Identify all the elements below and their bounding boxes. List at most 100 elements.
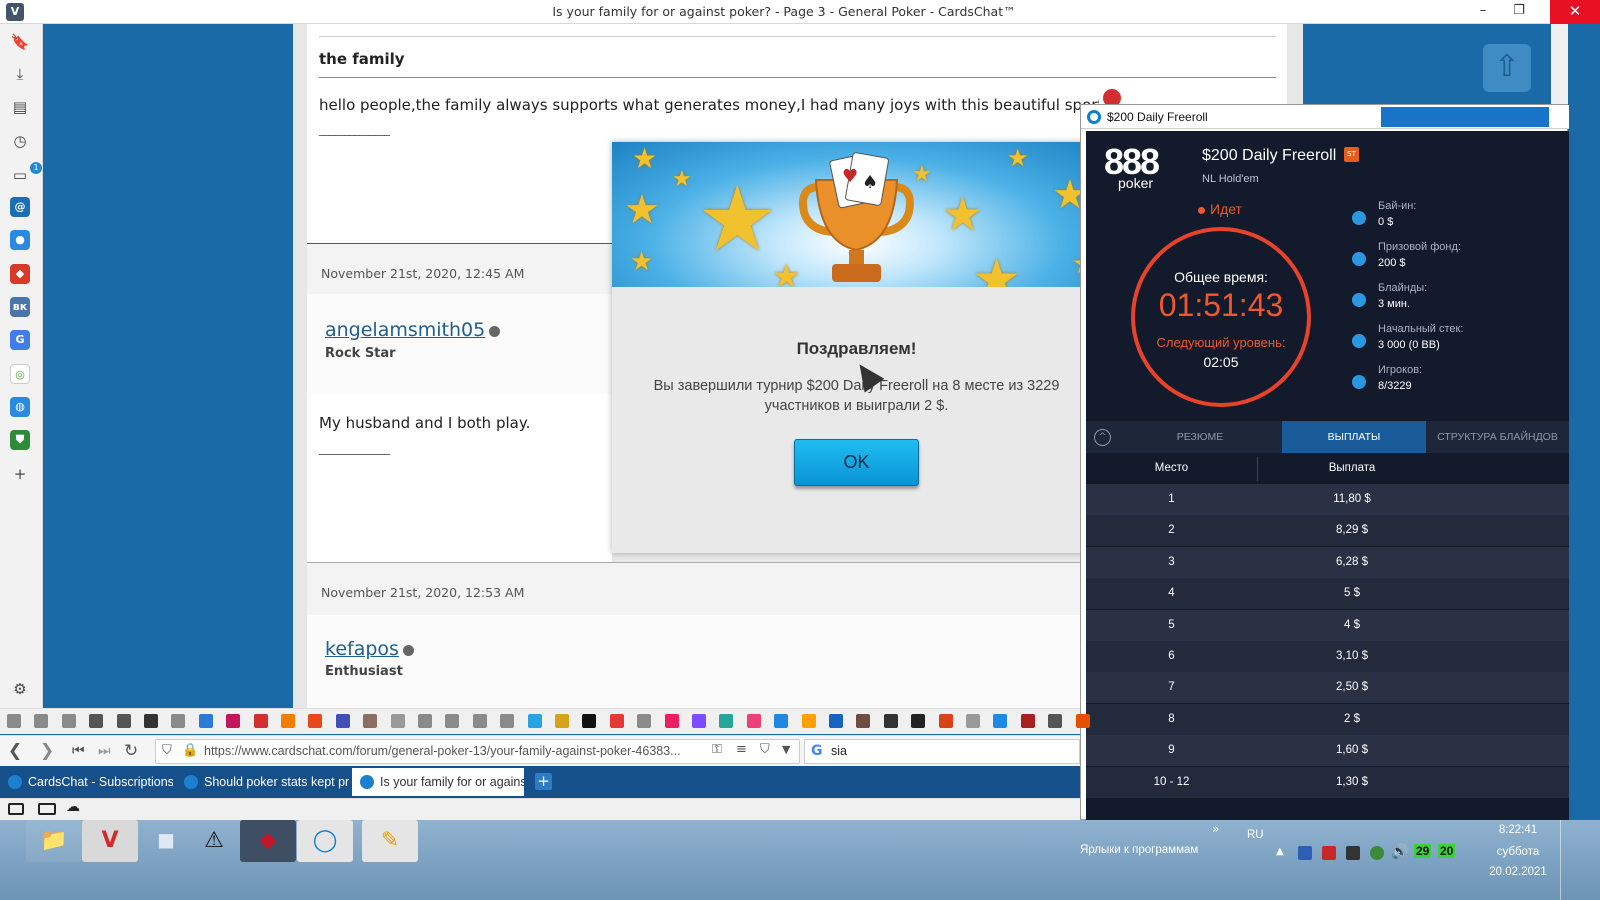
fast-forward-icon[interactable]: ⏭ (98, 743, 111, 759)
bookmark-item-icon[interactable] (719, 714, 734, 728)
clock-time[interactable]: 8:22:41 (1478, 824, 1558, 836)
bookmark-item-icon[interactable] (335, 714, 350, 728)
history-icon[interactable]: ◷ (10, 131, 30, 151)
web-panel-1-icon[interactable]: ◆ (10, 264, 30, 284)
bookmark-item-icon[interactable] (198, 714, 213, 728)
language-indicator[interactable]: RU (1247, 829, 1264, 841)
url-text[interactable]: https://www.cardschat.com/forum/general-… (204, 744, 681, 758)
toolbar-chevron-icon[interactable]: » (1212, 822, 1219, 836)
search-text[interactable]: sia (831, 744, 847, 758)
clock-date[interactable]: 20.02.2021 (1478, 866, 1558, 878)
close-button[interactable]: ✕ (1550, 0, 1600, 24)
maximize-button[interactable]: ❐ (1504, 0, 1534, 24)
web-panel-2-icon[interactable]: ◎ (10, 364, 30, 384)
bookmark-item-icon[interactable] (1048, 714, 1063, 728)
bookmark-item-icon[interactable] (89, 714, 104, 728)
bookmark-item-icon[interactable] (527, 714, 542, 728)
tab-item-active[interactable]: Is your family for or agains (352, 768, 524, 796)
key-icon[interactable]: ⚿ (712, 742, 722, 757)
notes-icon[interactable]: ▤ (10, 97, 30, 117)
reader-icon[interactable]: ≡ (736, 742, 747, 757)
page-scrollbar[interactable] (1551, 24, 1568, 104)
window-panel-icon[interactable]: ▭ (10, 165, 30, 185)
bookmark-item-icon[interactable] (664, 714, 679, 728)
volume-tray-icon[interactable]: 🔊 (1391, 844, 1408, 860)
username-link[interactable]: angelamsmith05 (325, 319, 485, 341)
bookmark-item-icon[interactable] (390, 714, 405, 728)
security-tray-icon[interactable] (1370, 846, 1384, 860)
bookmark-item-icon[interactable] (911, 714, 926, 728)
dropdown-chevron-icon[interactable]: ▼ (782, 743, 790, 756)
tab-summary[interactable]: РЕЗЮМЕ (1118, 421, 1282, 453)
usb-tray-icon[interactable] (1346, 846, 1360, 860)
back-icon[interactable]: ❮ (8, 741, 22, 761)
tab-item[interactable]: Should poker stats kept pri (176, 768, 349, 796)
panel-toggle-icon[interactable] (8, 803, 24, 815)
bookmark-item-icon[interactable] (582, 714, 597, 728)
tab-tiling-icon[interactable] (38, 803, 56, 815)
search-field[interactable]: G sia (804, 739, 1080, 764)
shield-panel-icon[interactable]: ⛊ (10, 430, 30, 450)
bookmark-item-icon[interactable] (171, 714, 186, 728)
bookmark-item-icon[interactable] (281, 714, 295, 728)
bookmark-item-icon[interactable] (938, 714, 953, 728)
network-tray-icon[interactable] (1298, 846, 1312, 860)
bookmark-item-icon[interactable] (500, 714, 515, 728)
mail-panel-icon[interactable]: @ (10, 197, 30, 217)
file-explorer-icon[interactable]: 📁 (26, 820, 82, 862)
contacts-panel-icon[interactable]: ● (10, 230, 30, 250)
tab-item[interactable]: CardsChat - Subscriptions (0, 768, 173, 796)
bookmark-item-icon[interactable] (7, 714, 21, 728)
bookmark-item-icon[interactable] (308, 714, 323, 728)
bookmark-item-icon[interactable] (555, 714, 569, 728)
tab-payouts[interactable]: ВЫПЛАТЫ (1282, 421, 1426, 453)
bookmark-item-icon[interactable] (993, 714, 1008, 728)
game-app-icon[interactable]: ◆ (240, 820, 296, 862)
bookmark-item-icon[interactable] (363, 714, 378, 728)
bookmark-item-icon[interactable] (637, 714, 652, 728)
ok-button[interactable]: OK (794, 439, 919, 486)
settings-gear-icon[interactable]: ⚙ (10, 679, 30, 699)
collapse-toggle-icon[interactable]: ^ (1094, 429, 1111, 446)
reload-icon[interactable]: ↻ (124, 741, 138, 761)
tray-counter-1[interactable]: 29 (1414, 844, 1432, 858)
minimize-button[interactable]: – (1468, 0, 1498, 24)
add-panel-icon[interactable]: + (10, 464, 30, 484)
bookmark-item-icon[interactable] (472, 714, 487, 728)
vivaldi-taskbar-icon[interactable]: V (82, 820, 138, 862)
app-tray-icon[interactable] (1322, 846, 1336, 860)
bookmark-item-icon[interactable] (144, 714, 158, 728)
editor-taskbar-icon[interactable]: ✎ (362, 820, 418, 862)
bookmark-item-icon[interactable] (226, 714, 241, 728)
globe-panel-icon[interactable]: ◍ (10, 397, 30, 417)
tray-counter-2[interactable]: 20 (1438, 844, 1456, 858)
bookmark-item-icon[interactable] (746, 714, 761, 728)
cloud-sync-icon[interactable]: ☁ (66, 799, 80, 815)
bookmark-item-icon[interactable] (418, 714, 432, 728)
show-desktop-button[interactable] (1560, 820, 1600, 900)
bookmark-item-icon[interactable] (445, 714, 460, 728)
show-hidden-icons-icon[interactable]: ▲ (1276, 846, 1284, 857)
clock-day[interactable]: суббота (1478, 846, 1558, 858)
translate-panel-icon[interactable]: G (10, 330, 30, 350)
bookmarks-icon[interactable]: 🔖 (10, 32, 30, 52)
bookmark-item-icon[interactable] (774, 714, 789, 728)
warning-app-icon[interactable]: ⚠ (186, 820, 242, 862)
bookmark-item-icon[interactable] (856, 714, 871, 728)
vk-panel-icon[interactable]: вк (10, 297, 30, 317)
bookmark-item-icon[interactable] (692, 714, 706, 728)
bookmark-item-icon[interactable] (1075, 714, 1090, 728)
username-link[interactable]: kefapos (325, 638, 399, 660)
rewind-icon[interactable]: ⏮ (72, 743, 85, 759)
bookmark-item-icon[interactable] (829, 714, 843, 728)
new-tab-button[interactable]: + (535, 773, 552, 790)
bookmark-item-icon[interactable] (116, 714, 131, 728)
bookmark-item-icon[interactable] (883, 714, 898, 728)
bookmark-page-icon[interactable]: ⛉ (760, 742, 770, 757)
bookmark-item-icon[interactable] (253, 714, 268, 728)
scroll-to-top-button[interactable]: ⇧ (1483, 44, 1531, 92)
forward-icon[interactable]: ❯ (40, 741, 54, 761)
bookmark-item-icon[interactable] (1020, 714, 1035, 728)
shield-icon[interactable]: ⛉ (162, 743, 172, 758)
taskbar-links-toolbar[interactable]: Ярлыки к программам (1080, 844, 1198, 856)
